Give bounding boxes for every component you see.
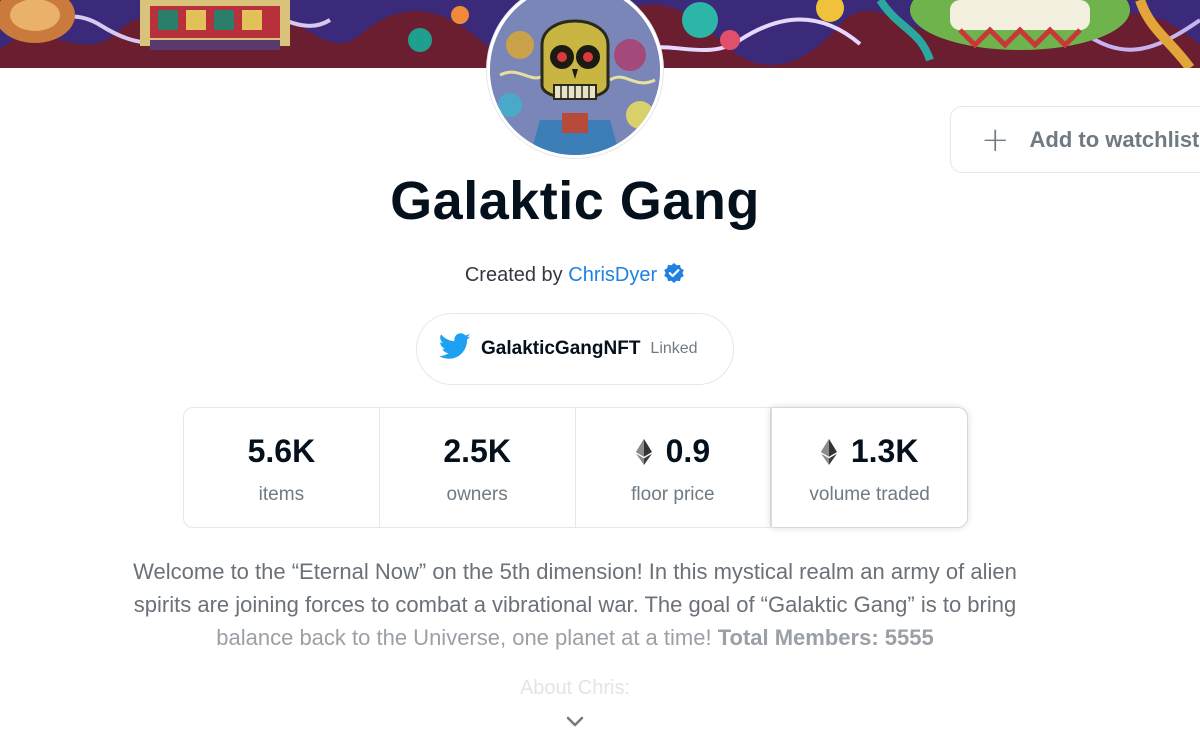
floor-price-value: 0.9: [665, 433, 711, 469]
description-line: Welcome to the “Eternal Now” on the 5th …: [133, 559, 1017, 584]
collection-title: Galaktic Gang: [390, 171, 760, 231]
watchlist-label: Add to watchlist: [1029, 126, 1200, 152]
collection-stats: 5.6K items 2.5K owners 0.9 floor price 1…: [183, 407, 968, 528]
add-to-watchlist-button[interactable]: + Add to watchlist: [950, 106, 1200, 173]
verified-badge-icon: [663, 262, 685, 290]
description-line: balance back to the Universe, one planet…: [60, 621, 1090, 654]
stat-items[interactable]: 5.6K items: [184, 408, 380, 527]
created-by-prefix: Created by: [464, 264, 563, 286]
stat-value: 0.9: [635, 430, 711, 474]
collection-avatar: [487, 0, 663, 158]
description-line: spirits are joining forces to combat a v…: [133, 592, 1017, 617]
stat-label: owners: [446, 483, 508, 505]
items-count: 5.6K: [247, 433, 316, 469]
stat-floor-price[interactable]: 0.9 floor price: [576, 408, 772, 527]
created-by: Created by ChrisDyer: [0, 262, 1150, 290]
description-text: balance back to the Universe, one planet…: [216, 625, 712, 650]
twitter-link[interactable]: GalakticGangNFT Linked: [416, 313, 734, 385]
stat-label: floor price: [631, 483, 715, 505]
stat-value: 2.5K: [443, 430, 511, 474]
owners-count: 2.5K: [443, 433, 511, 469]
creator-link[interactable]: ChrisDyer: [568, 264, 657, 286]
twitter-icon: [438, 333, 471, 365]
ethereum-icon: [635, 438, 652, 465]
twitter-handle: GalakticGangNFT: [481, 338, 641, 359]
stat-volume-traded[interactable]: 1.3K volume traded: [771, 408, 967, 527]
stat-owners[interactable]: 2.5K owners: [380, 408, 576, 527]
volume-traded-value: 1.3K: [850, 433, 919, 469]
twitter-linked-status: Linked: [650, 340, 698, 357]
total-members: Total Members: 5555: [717, 625, 934, 650]
chevron-down-icon[interactable]: [563, 712, 587, 732]
stat-value: 1.3K: [820, 430, 919, 474]
ethereum-icon: [820, 438, 837, 465]
stat-value: 5.6K: [248, 430, 316, 474]
stat-label: items: [258, 483, 305, 505]
stat-label: volume traded: [809, 483, 930, 505]
about-creator-heading: About Chris:: [519, 677, 631, 699]
collection-description: Welcome to the “Eternal Now” on the 5th …: [60, 555, 1090, 654]
plus-icon: +: [981, 119, 1010, 160]
